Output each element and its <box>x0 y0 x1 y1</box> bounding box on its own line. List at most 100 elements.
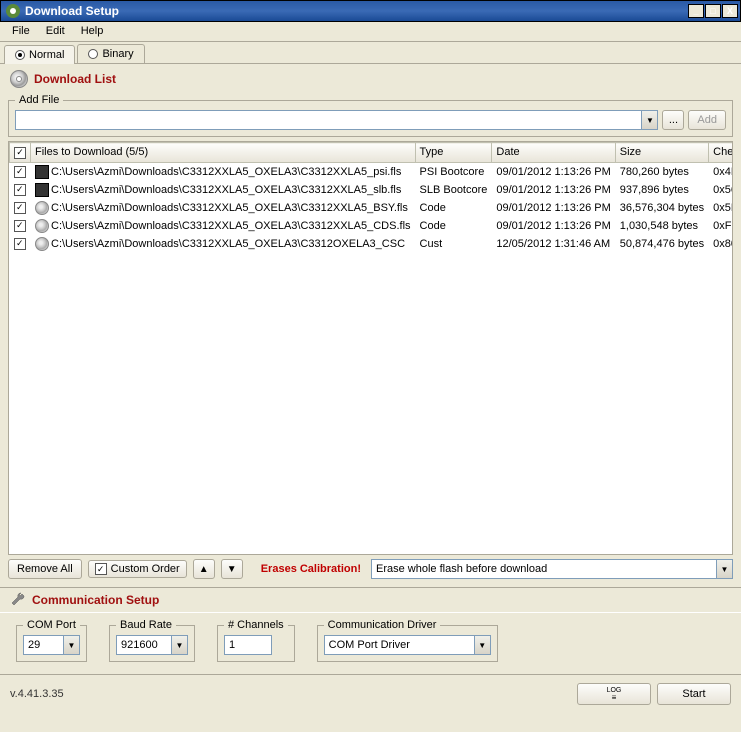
file-type: Cust <box>415 235 492 253</box>
file-path: C:\Users\Azmi\Downloads\C3312XXLA5_OXELA… <box>51 219 411 231</box>
browse-button[interactable]: ... <box>662 110 684 130</box>
file-type: PSI Bootcore <box>415 162 492 181</box>
row-checkbox[interactable] <box>14 184 26 196</box>
chevron-down-icon[interactable]: ▼ <box>716 559 733 579</box>
file-path: C:\Users\Azmi\Downloads\C3312XXLA5_OXELA… <box>51 183 401 195</box>
move-down-button[interactable]: ▼ <box>221 559 243 579</box>
communication-section: Communication Setup COM Port ▼ Baud Rate… <box>0 587 741 674</box>
com-port-combo[interactable]: ▼ <box>23 635 80 655</box>
baud-rate-legend: Baud Rate <box>116 619 176 631</box>
channels-legend: # Channels <box>224 619 288 631</box>
table-row[interactable]: C:\Users\Azmi\Downloads\C3312XXLA5_OXELA… <box>10 199 734 217</box>
column-date[interactable]: Date <box>492 143 615 163</box>
radio-icon <box>88 49 98 59</box>
tab-binary-label: Binary <box>102 48 133 60</box>
file-path: C:\Users\Azmi\Downloads\C3312XXLA5_OXELA… <box>51 165 401 177</box>
menu-help[interactable]: Help <box>73 22 112 41</box>
baud-rate-group: Baud Rate ▼ <box>109 619 195 662</box>
table-row[interactable]: C:\Users\Azmi\Downloads\C3312XXLA5_OXELA… <box>10 235 734 253</box>
add-button[interactable]: Add <box>688 110 726 130</box>
chevron-down-icon[interactable]: ▼ <box>171 635 188 655</box>
communication-title: Communication Setup <box>32 593 159 607</box>
column-check[interactable] <box>10 143 31 163</box>
baud-rate-input[interactable] <box>116 635 171 655</box>
check-all-checkbox[interactable] <box>14 147 26 159</box>
file-date: 12/05/2012 1:31:46 AM <box>492 235 615 253</box>
menu-file[interactable]: File <box>4 22 38 41</box>
add-file-input[interactable] <box>15 110 641 130</box>
table-row[interactable]: C:\Users\Azmi\Downloads\C3312XXLA5_OXELA… <box>10 217 734 235</box>
title-bar: Download Setup _ □ X <box>0 0 741 22</box>
baud-rate-combo[interactable]: ▼ <box>116 635 188 655</box>
window-title: Download Setup <box>25 4 688 18</box>
wrench-icon <box>10 592 26 608</box>
table-row[interactable]: C:\Users\Azmi\Downloads\C3312XXLA5_OXELA… <box>10 162 734 181</box>
file-checksum: 0xFB9C <box>709 217 733 235</box>
file-size: 780,260 bytes <box>615 162 708 181</box>
column-file[interactable]: Files to Download (5/5) <box>31 143 416 163</box>
file-type: SLB Bootcore <box>415 181 492 199</box>
comm-driver-input[interactable] <box>324 635 474 655</box>
tab-normal[interactable]: Normal <box>4 45 75 64</box>
app-icon <box>5 3 21 19</box>
chevron-down-icon[interactable]: ▼ <box>474 635 491 655</box>
remove-all-button[interactable]: Remove All <box>8 559 82 579</box>
files-grid: Files to Download (5/5) Type Date Size C… <box>8 141 733 555</box>
channels-input[interactable] <box>224 635 272 655</box>
com-port-group: COM Port ▼ <box>16 619 87 662</box>
disc-file-icon <box>35 237 49 251</box>
file-date: 09/01/2012 1:13:26 PM <box>492 199 615 217</box>
radio-icon <box>15 50 25 60</box>
erase-mode-input[interactable] <box>371 559 716 579</box>
row-checkbox[interactable] <box>14 238 26 250</box>
move-up-button[interactable]: ▲ <box>193 559 215 579</box>
cd-icon <box>10 70 28 88</box>
add-file-legend: Add File <box>15 94 63 106</box>
file-checksum: 0x5611 <box>709 181 733 199</box>
row-checkbox[interactable] <box>14 166 26 178</box>
erases-calibration-label: Erases Calibration! <box>261 563 361 575</box>
table-row[interactable]: C:\Users\Azmi\Downloads\C3312XXLA5_OXELA… <box>10 181 734 199</box>
add-file-combo[interactable]: ▼ <box>15 110 658 130</box>
tab-normal-label: Normal <box>29 49 64 61</box>
row-checkbox[interactable] <box>14 220 26 232</box>
log-button[interactable]: LOG≡ <box>577 683 651 705</box>
channels-group: # Channels <box>217 619 295 662</box>
binary-file-icon <box>35 183 49 197</box>
tab-binary[interactable]: Binary <box>77 44 144 63</box>
file-size: 1,030,548 bytes <box>615 217 708 235</box>
download-list-title: Download List <box>34 72 116 86</box>
comm-driver-group: Communication Driver ▼ <box>317 619 498 662</box>
version-label: v.4.41.3.35 <box>10 688 577 700</box>
footer-bar: v.4.41.3.35 LOG≡ Start <box>0 674 741 711</box>
column-size[interactable]: Size <box>615 143 708 163</box>
file-date: 09/01/2012 1:13:26 PM <box>492 181 615 199</box>
com-port-input[interactable] <box>23 635 63 655</box>
file-size: 937,896 bytes <box>615 181 708 199</box>
com-port-legend: COM Port <box>23 619 80 631</box>
custom-order-toggle[interactable]: Custom Order <box>88 560 187 578</box>
file-date: 09/01/2012 1:13:26 PM <box>492 217 615 235</box>
comm-driver-combo[interactable]: ▼ <box>324 635 491 655</box>
column-checksum[interactable]: Checksum <box>709 143 733 163</box>
chevron-down-icon[interactable]: ▼ <box>63 635 80 655</box>
file-checksum: 0x4D01 <box>709 162 733 181</box>
menu-edit[interactable]: Edit <box>38 22 73 41</box>
row-checkbox[interactable] <box>14 202 26 214</box>
file-type: Code <box>415 217 492 235</box>
minimize-button[interactable]: _ <box>688 4 704 18</box>
erase-mode-combo[interactable]: ▼ <box>371 559 733 579</box>
start-button[interactable]: Start <box>657 683 731 705</box>
column-type[interactable]: Type <box>415 143 492 163</box>
menu-bar: File Edit Help <box>0 22 741 42</box>
file-checksum: 0x5E06 <box>709 199 733 217</box>
file-size: 50,874,476 bytes <box>615 235 708 253</box>
file-path: C:\Users\Azmi\Downloads\C3312XXLA5_OXELA… <box>51 201 408 213</box>
chevron-down-icon[interactable]: ▼ <box>641 110 658 130</box>
maximize-button[interactable]: □ <box>705 4 721 18</box>
disc-file-icon <box>35 201 49 215</box>
close-button[interactable]: X <box>722 4 738 18</box>
file-type: Code <box>415 199 492 217</box>
disc-file-icon <box>35 219 49 233</box>
file-size: 36,576,304 bytes <box>615 199 708 217</box>
